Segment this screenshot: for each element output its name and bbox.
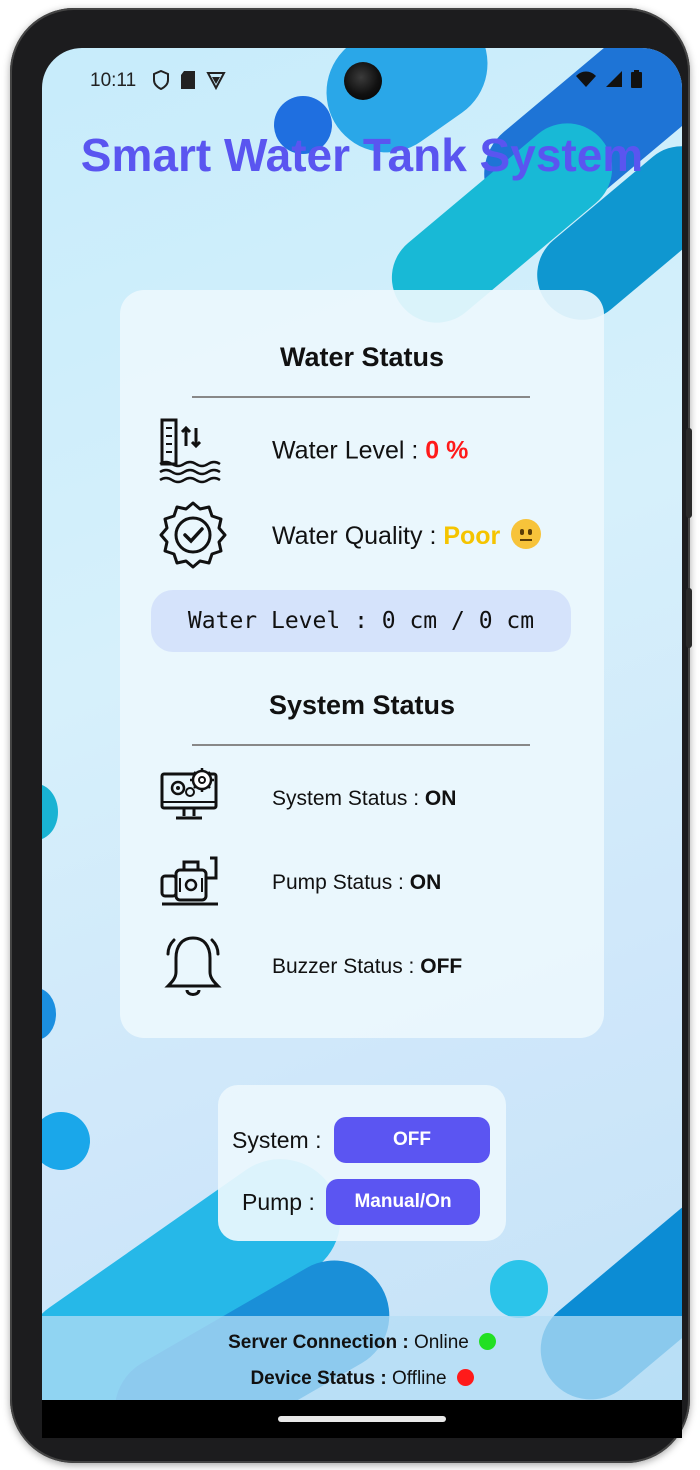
system-status-value: ON [424, 787, 457, 810]
system-status-row: System Status : ON [158, 764, 588, 834]
water-level-icon [159, 418, 221, 484]
home-gesture-handle[interactable] [278, 1416, 446, 1422]
phone-frame: 10:11 Smart Water Tank System Water Stat… [10, 8, 692, 1463]
server-connection-label: Server Connection : [228, 1332, 409, 1353]
wifi-icon [576, 71, 596, 87]
monitor-gears-icon [160, 768, 218, 820]
buzzer-status-text: Buzzer Status : OFF [272, 955, 462, 979]
water-level-text: Water Level : 0 % [272, 437, 468, 466]
buzzer-status-value: OFF [420, 955, 463, 978]
pump-status-value: ON [409, 871, 442, 894]
water-quality-value: Poor [443, 522, 501, 550]
control-card: System : OFF Pump : Manual/On [218, 1085, 506, 1241]
pump-mode-button[interactable]: Manual/On [326, 1179, 480, 1225]
divider [192, 744, 530, 746]
navigation-bar [42, 1400, 682, 1438]
status-card: Water Status Water Level : 0 % Water Qua… [120, 290, 604, 1038]
volume-button [686, 428, 692, 518]
water-status-heading: Water Status [279, 342, 445, 372]
water-quality-text: Water Quality : Poor [272, 519, 542, 551]
connection-footer: Server Connection : Online Device Status… [42, 1316, 682, 1400]
neutral-face-icon [511, 519, 542, 549]
battery-icon [631, 70, 642, 88]
water-quality-label: Water Quality : [272, 522, 444, 550]
system-status-heading: System Status [268, 690, 456, 720]
signal-icon [606, 71, 622, 87]
vpn-icon [206, 72, 226, 90]
pump-icon [160, 856, 218, 906]
system-status-label: System Status : [272, 787, 425, 810]
device-status-value: Offline [386, 1368, 447, 1389]
bell-icon [164, 936, 222, 996]
buzzer-status-label: Buzzer Status : [272, 955, 421, 978]
device-status-line: Device Status : Offline [42, 1368, 682, 1390]
sd-card-icon [181, 71, 195, 89]
water-level-label: Water Level : [272, 436, 426, 465]
offline-status-dot [456, 1369, 474, 1386]
quality-badge-icon [159, 501, 227, 569]
server-connection-value: Online [408, 1332, 469, 1353]
water-level-value: 0 % [425, 436, 469, 465]
system-toggle-button[interactable]: OFF [334, 1117, 490, 1163]
system-status-text: System Status : ON [272, 787, 456, 811]
device-status-label: Device Status : [250, 1368, 387, 1389]
divider [192, 396, 530, 398]
pump-control-label: Pump : [242, 1189, 315, 1215]
decor-circle [42, 1112, 90, 1170]
decor-circle [42, 988, 56, 1040]
online-status-dot [478, 1333, 496, 1350]
pump-status-text: Pump Status : ON [272, 871, 441, 895]
water-level-readout: Water Level : 0 cm / 0 cm [151, 590, 571, 652]
system-control-label: System : [232, 1127, 322, 1153]
server-connection-line: Server Connection : Online [42, 1332, 682, 1354]
shield-icon [153, 70, 169, 90]
pump-status-label: Pump Status : [272, 871, 410, 894]
clock: 10:11 [90, 70, 137, 91]
water-quality-row: Water Quality : Poor [158, 500, 588, 570]
power-button [686, 588, 692, 648]
water-level-row: Water Level : 0 % [158, 416, 588, 486]
pump-status-row: Pump Status : ON [158, 848, 588, 918]
decor-circle [490, 1260, 548, 1318]
screen: 10:11 Smart Water Tank System Water Stat… [42, 48, 682, 1438]
buzzer-status-row: Buzzer Status : OFF [158, 932, 588, 1002]
app-title: Smart Water Tank System [80, 129, 644, 181]
front-camera [344, 62, 382, 100]
decor-circle [42, 784, 58, 840]
